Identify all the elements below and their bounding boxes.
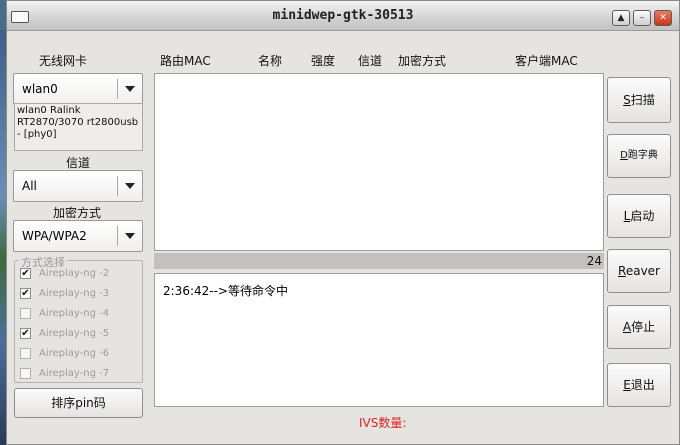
reaver-button[interactable]: Reaver xyxy=(607,249,671,293)
column-header-router-mac: 路由MAC xyxy=(160,54,211,68)
scan-mnemonic: S xyxy=(623,93,631,107)
channel-select[interactable]: All xyxy=(13,170,143,202)
checkbox[interactable]: ✔ xyxy=(20,328,31,339)
sort-pin-button[interactable]: 排序pin码 xyxy=(14,388,143,418)
chevron-down-icon xyxy=(125,183,135,189)
launch-button[interactable]: L启动 xyxy=(607,194,671,238)
ivs-count-label: IVS数量: xyxy=(359,416,407,430)
method-label: Aireplay-ng -6 xyxy=(39,348,110,359)
column-header-encryption: 加密方式 xyxy=(398,54,447,68)
dictionary-mnemonic: D xyxy=(620,150,628,161)
scan-button[interactable]: S扫描 xyxy=(607,77,671,123)
encryption-value: WPA/WPA2 xyxy=(22,229,87,243)
checkbox[interactable] xyxy=(20,308,31,319)
method-label: Aireplay-ng -2 xyxy=(39,268,110,279)
scan-label: 扫描 xyxy=(630,93,655,107)
close-button[interactable]: ✕ xyxy=(654,10,672,26)
reaver-mnemonic: R xyxy=(618,264,626,278)
method-label: Aireplay-ng -5 xyxy=(39,328,110,339)
dictionary-label: 跑字典 xyxy=(627,150,658,161)
column-header-client-mac: 客户端MAC xyxy=(515,54,578,68)
stop-button[interactable]: A停止 xyxy=(607,305,671,349)
log-output[interactable]: 2:36:42-->等待命令中 xyxy=(154,273,604,407)
dictionary-button[interactable]: D跑字典 xyxy=(607,134,671,178)
exit-label: 退出 xyxy=(630,378,655,392)
channel-label: 信道 xyxy=(66,156,91,170)
checkbox[interactable] xyxy=(20,348,31,359)
stop-mnemonic: A xyxy=(622,320,632,334)
exit-button[interactable]: E退出 xyxy=(607,363,671,407)
method-label: Aireplay-ng -4 xyxy=(39,308,110,319)
encryption-select[interactable]: WPA/WPA2 xyxy=(13,220,143,252)
window-title: minidwep-gtk-30513 xyxy=(272,8,414,23)
method-label: Aireplay-ng -7 xyxy=(39,368,110,379)
progress-value: 24 xyxy=(586,254,602,268)
stop-label: 停止 xyxy=(631,320,656,334)
checkbox[interactable] xyxy=(20,368,31,379)
method-group: 方式选择 ✔ Aireplay-ng -2 ✔ Aireplay-ng -3 A… xyxy=(14,254,143,383)
column-header-strength: 强度 xyxy=(311,54,336,68)
chevron-down-icon xyxy=(125,233,135,239)
interface-select[interactable]: wlan0 xyxy=(13,73,143,105)
progress-bar: 24 xyxy=(154,253,604,269)
interface-value: wlan0 xyxy=(22,82,58,96)
checkbox[interactable]: ✔ xyxy=(20,268,31,279)
launch-label: 启动 xyxy=(630,209,655,223)
access-point-list[interactable] xyxy=(154,73,604,251)
combo-separator xyxy=(117,79,118,99)
reaver-label: eaver xyxy=(625,264,660,278)
combo-separator xyxy=(117,226,118,246)
interface-info: wlan0 Ralink RT2870/3070 rt2800usb - [ph… xyxy=(14,103,143,151)
column-header-channel: 信道 xyxy=(358,54,383,68)
title-bar[interactable]: minidwep-gtk-30513 ▲ – ✕ xyxy=(7,1,679,31)
exit-mnemonic: E xyxy=(623,378,631,392)
method-label: Aireplay-ng -3 xyxy=(39,288,110,299)
channel-value: All xyxy=(22,179,37,193)
checkbox[interactable]: ✔ xyxy=(20,288,31,299)
log-line: 2:36:42-->等待命令中 xyxy=(163,284,288,298)
minimize-button[interactable]: – xyxy=(633,10,651,26)
column-header-name: 名称 xyxy=(258,54,283,68)
encryption-label: 加密方式 xyxy=(53,206,102,220)
wireless-card-label: 无线网卡 xyxy=(39,54,88,68)
main-window: minidwep-gtk-30513 ▲ – ✕ 无线网卡 wlan0 wlan… xyxy=(6,0,680,445)
combo-separator xyxy=(117,176,118,196)
keep-above-button[interactable]: ▲ xyxy=(612,10,630,26)
chevron-down-icon xyxy=(125,86,135,92)
